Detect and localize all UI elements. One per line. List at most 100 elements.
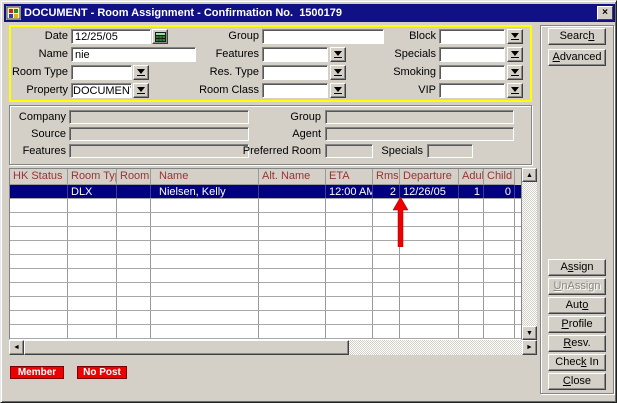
group-field[interactable] (262, 29, 384, 44)
block-dropdown-button[interactable] (507, 29, 523, 44)
grid-row-empty[interactable] (10, 325, 521, 339)
chevron-down-icon (137, 87, 145, 92)
column-header-adult[interactable]: Adult (459, 169, 484, 185)
specials-dropdown-button[interactable] (507, 47, 523, 62)
search-button[interactable]: Search (548, 28, 606, 45)
column-header-alt_name[interactable]: Alt. Name (259, 169, 326, 185)
grid-row-empty[interactable] (10, 213, 521, 227)
calendar-icon (155, 32, 166, 42)
cell-room (117, 297, 151, 310)
assign-button[interactable]: Assign (548, 259, 606, 276)
cell-eta (326, 241, 373, 254)
grid-row-empty[interactable] (10, 297, 521, 311)
vertical-scrollbar[interactable]: ▲ ▼ (522, 168, 537, 340)
cell-child (484, 325, 515, 338)
cell-name (151, 311, 259, 324)
grid-row-selected[interactable]: DLXNielsen, Kelly12:00 AM212/26/0510 (10, 185, 521, 199)
scroll-left-icon[interactable]: ◄ (9, 340, 24, 355)
name-field[interactable]: nie (71, 47, 196, 62)
column-header-rms[interactable]: Rms (373, 169, 400, 185)
cell-room_type (68, 325, 117, 338)
cell-child (484, 283, 515, 296)
vertical-scroll-track[interactable] (522, 182, 537, 326)
horizontal-scroll-track[interactable] (24, 340, 522, 355)
cell-departure (400, 269, 459, 282)
horizontal-scroll-thumb[interactable] (24, 340, 349, 355)
column-header-eta[interactable]: ETA (326, 169, 373, 185)
advanced-button[interactable]: Advanced (548, 49, 606, 66)
grid-row-empty[interactable] (10, 283, 521, 297)
grid-row-empty[interactable] (10, 199, 521, 213)
no-post-badge: No Post (77, 366, 127, 379)
block-field[interactable] (439, 29, 505, 44)
cell-adult: 1 (459, 185, 484, 198)
auto-button[interactable]: Auto (548, 297, 606, 314)
grid-row-empty[interactable] (10, 311, 521, 325)
horizontal-scrollbar[interactable]: ◄ ► (9, 340, 537, 355)
grid-row-empty[interactable] (10, 269, 521, 283)
grid-row-empty[interactable] (10, 241, 521, 255)
column-header-name[interactable]: Name (151, 169, 259, 185)
titlebar[interactable]: DOCUMENT - Room Assignment - Confirmatio… (4, 4, 615, 22)
scroll-up-icon[interactable]: ▲ (522, 168, 537, 182)
cell-child (484, 255, 515, 268)
smoking-field[interactable] (439, 65, 505, 80)
group-label: Group (197, 29, 259, 44)
vip-label: VIP (381, 83, 436, 98)
resv-button[interactable]: Resv. (548, 335, 606, 352)
close-icon[interactable]: × (597, 6, 613, 20)
company-label: Company (9, 110, 66, 125)
grid-row-empty[interactable] (10, 255, 521, 269)
property-field[interactable]: DOCUMENT (71, 83, 132, 98)
cell-hk_status (10, 199, 68, 212)
room-class-dropdown-button[interactable] (330, 83, 346, 98)
check-in-button[interactable]: Check In (548, 354, 606, 371)
date-field[interactable]: 12/25/05 (71, 29, 151, 44)
cell-departure (400, 283, 459, 296)
room-class-label: Room Class (197, 83, 259, 98)
property-dropdown-button[interactable] (133, 83, 149, 98)
smoking-dropdown-button[interactable] (507, 65, 523, 80)
room-class-field[interactable] (262, 83, 328, 98)
room-type-dropdown-button[interactable] (133, 65, 149, 80)
features-field[interactable] (262, 47, 328, 62)
cell-hk_status (10, 185, 68, 198)
cell-room (117, 311, 151, 324)
column-header-hk_status[interactable]: HK Status (10, 169, 68, 185)
cell-eta (326, 199, 373, 212)
cell-eta (326, 283, 373, 296)
scroll-right-icon[interactable]: ► (522, 340, 537, 355)
cell-alt_name (259, 255, 326, 268)
cell-adult (459, 325, 484, 338)
vip-field[interactable] (439, 83, 505, 98)
cell-name (151, 283, 259, 296)
room-type-field[interactable] (71, 65, 132, 80)
cell-child (484, 227, 515, 240)
cell-eta (326, 325, 373, 338)
cell-room_type (68, 227, 117, 240)
column-header-room[interactable]: Room (117, 169, 151, 185)
calendar-button[interactable] (152, 29, 168, 44)
cell-room_type (68, 297, 117, 310)
res-type-dropdown-button[interactable] (330, 65, 346, 80)
cell-hk_status (10, 241, 68, 254)
close-button[interactable]: Close (548, 373, 606, 390)
column-header-room_type[interactable]: Room Type (68, 169, 117, 185)
app-icon (6, 6, 21, 20)
res-type-field[interactable] (262, 65, 328, 80)
vip-dropdown-button[interactable] (507, 83, 523, 98)
cell-room_type (68, 213, 117, 226)
grid-row-empty[interactable] (10, 227, 521, 241)
info-features-label: Features (9, 144, 66, 159)
cell-room_type (68, 241, 117, 254)
profile-button[interactable]: Profile (548, 316, 606, 333)
grid-main[interactable]: HK StatusRoom TypeRoomNameAlt. NameETARm… (9, 168, 522, 340)
cell-adult (459, 255, 484, 268)
cell-adult (459, 213, 484, 226)
chevron-down-icon (137, 69, 145, 74)
features-dropdown-button[interactable] (330, 47, 346, 62)
specials-field[interactable] (439, 47, 505, 62)
scroll-down-icon[interactable]: ▼ (522, 326, 537, 340)
column-header-departure[interactable]: Departure (400, 169, 459, 185)
column-header-child[interactable]: Child (484, 169, 515, 185)
